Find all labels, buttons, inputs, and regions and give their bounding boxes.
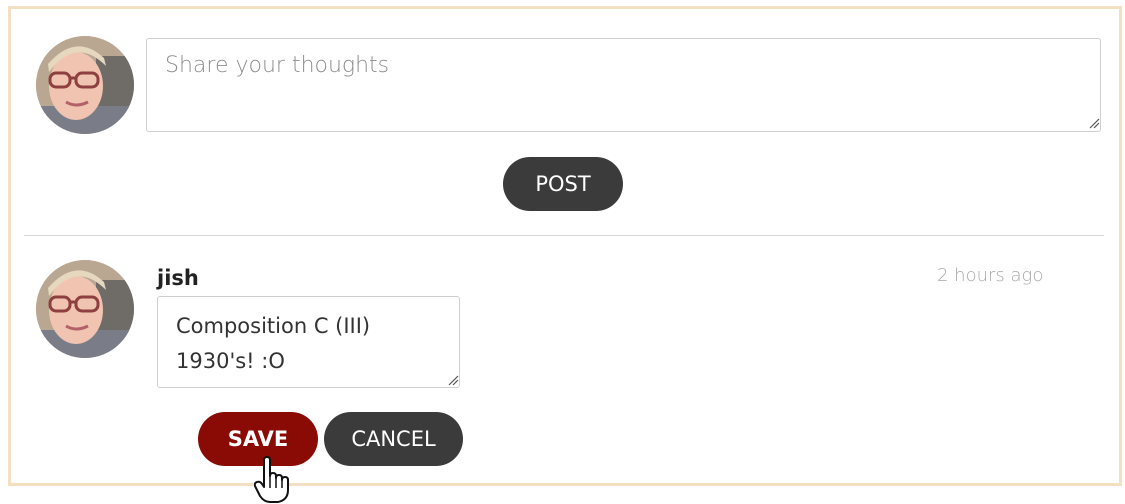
share-thoughts-input[interactable] xyxy=(146,38,1101,132)
comment-author-avatar xyxy=(36,260,134,358)
comment-timestamp: 2 hours ago xyxy=(937,265,1044,286)
divider xyxy=(24,235,1104,236)
current-user-avatar xyxy=(36,36,134,134)
hand-pointer-icon xyxy=(254,456,289,503)
edit-comment-input[interactable]: Composition C (III) 1930's! :O xyxy=(157,296,460,388)
post-button[interactable]: POST xyxy=(503,157,623,211)
resize-grip-icon[interactable] xyxy=(447,374,459,386)
resize-grip-icon[interactable] xyxy=(1088,117,1100,129)
cancel-button[interactable]: CANCEL xyxy=(324,412,463,466)
comment-author-name[interactable]: jish xyxy=(157,266,199,290)
comments-panel: POST jish 2 hours ago Composition C (III… xyxy=(8,6,1122,486)
